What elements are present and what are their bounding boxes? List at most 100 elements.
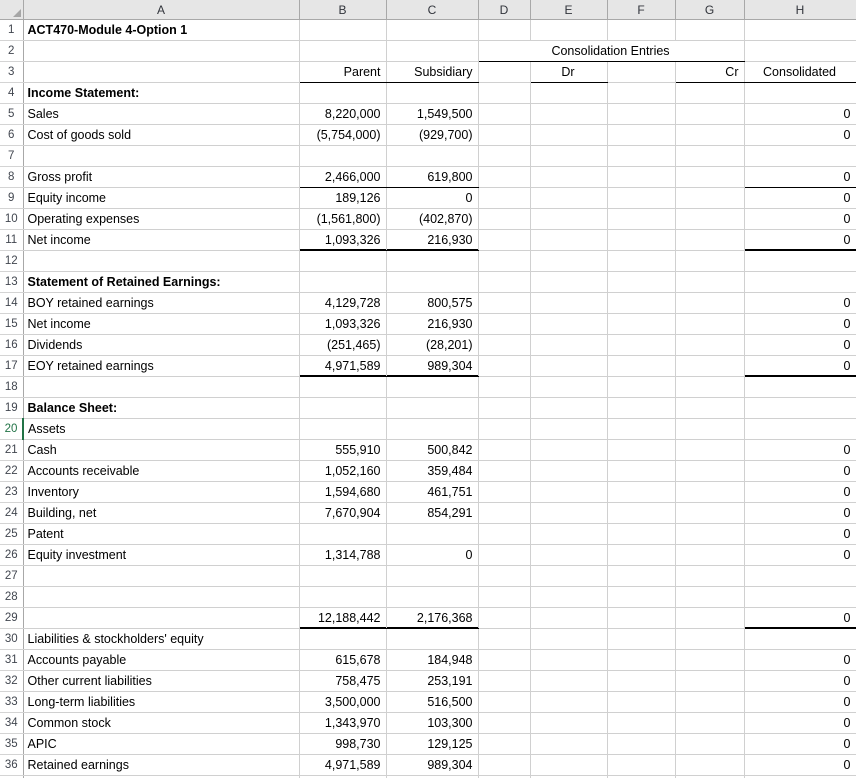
cell-g6[interactable] [675,124,745,146]
cell-h30[interactable] [744,628,856,650]
cell-d9[interactable] [478,187,531,209]
cell-g36[interactable] [675,754,745,776]
row-header-16[interactable]: 16 [0,334,24,356]
row-header-29[interactable]: 29 [0,607,24,629]
column-header-e[interactable]: E [530,0,608,20]
cell-a7[interactable] [23,145,300,167]
cell-b16[interactable]: (251,465) [299,334,387,356]
cell-h14[interactable]: 0 [744,292,856,314]
cell-c21[interactable]: 500,842 [386,439,479,461]
cell-d1[interactable] [478,19,531,41]
cell-g3[interactable]: Cr [675,61,745,83]
row-header-32[interactable]: 32 [0,670,24,692]
cell-a24[interactable]: Building, net [23,502,300,524]
cell-b7[interactable] [299,145,387,167]
cell-b11[interactable]: 1,093,326 [299,229,387,251]
cell-d5[interactable] [478,103,531,125]
cell-d25[interactable] [478,523,531,545]
cell-e32[interactable] [530,670,608,692]
cell-b6[interactable]: (5,754,000) [299,124,387,146]
cell-h27[interactable] [744,565,856,587]
cell-h9[interactable]: 0 [744,187,856,209]
cell-g28[interactable] [675,586,745,608]
cell-d28[interactable] [478,586,531,608]
cell-d14[interactable] [478,292,531,314]
cell-g18[interactable] [675,376,745,398]
cell-b24[interactable]: 7,670,904 [299,502,387,524]
cell-e21[interactable] [530,439,608,461]
cell-a4[interactable]: Income Statement: [23,82,300,104]
cell-b31[interactable]: 615,678 [299,649,387,671]
cell-b12[interactable] [299,250,387,272]
cell-e31[interactable] [530,649,608,671]
cell-h22[interactable]: 0 [744,460,856,482]
cell-g15[interactable] [675,313,745,335]
cell-b33[interactable]: 3,500,000 [299,691,387,713]
cell-h23[interactable]: 0 [744,481,856,503]
cell-b5[interactable]: 8,220,000 [299,103,387,125]
cell-e15[interactable] [530,313,608,335]
cell-g23[interactable] [675,481,745,503]
cell-b34[interactable]: 1,343,970 [299,712,387,734]
cell-e9[interactable] [530,187,608,209]
cell-d17[interactable] [478,355,531,377]
cell-f33[interactable] [607,691,676,713]
cell-h12[interactable] [744,250,856,272]
cell-h35[interactable]: 0 [744,733,856,755]
cell-d11[interactable] [478,229,531,251]
cell-d19[interactable] [478,397,531,419]
cell-c28[interactable] [386,586,479,608]
cell-b8[interactable]: 2,466,000 [299,166,387,188]
cell-e14[interactable] [530,292,608,314]
cell-f31[interactable] [607,649,676,671]
cell-b14[interactable]: 4,129,728 [299,292,387,314]
row-header-11[interactable]: 11 [0,229,24,251]
cell-h13[interactable] [744,271,856,293]
cell-h28[interactable] [744,586,856,608]
cell-e5[interactable] [530,103,608,125]
cell-b25[interactable] [299,523,387,545]
cell-e7[interactable] [530,145,608,167]
cell-d31[interactable] [478,649,531,671]
cell-e25[interactable] [530,523,608,545]
cell-a10[interactable]: Operating expenses [23,208,300,230]
row-header-19[interactable]: 19 [0,397,24,419]
cell-c20[interactable] [386,418,479,440]
cell-d10[interactable] [478,208,531,230]
cell-e18[interactable] [530,376,608,398]
cell-e26[interactable] [530,544,608,566]
cell-h4[interactable] [744,82,856,104]
cell-e33[interactable] [530,691,608,713]
cell-b20[interactable] [299,418,387,440]
cell-h36[interactable]: 0 [744,754,856,776]
row-header-21[interactable]: 21 [0,439,24,461]
column-header-a[interactable]: A [23,0,300,20]
row-header-9[interactable]: 9 [0,187,24,209]
cell-e20[interactable] [530,418,608,440]
cell-a17[interactable]: EOY retained earnings [23,355,300,377]
cell-f7[interactable] [607,145,676,167]
cell-a31[interactable]: Accounts payable [23,649,300,671]
cell-g5[interactable] [675,103,745,125]
cell-d18[interactable] [478,376,531,398]
row-header-1[interactable]: 1 [0,19,24,41]
cell-a19[interactable]: Balance Sheet: [23,397,300,419]
row-header-10[interactable]: 10 [0,208,24,230]
cell-e3[interactable]: Dr [530,61,608,83]
cell-d26[interactable] [478,544,531,566]
cell-a21[interactable]: Cash [23,439,300,461]
cell-a12[interactable] [23,250,300,272]
cell-f34[interactable] [607,712,676,734]
cell-f29[interactable] [607,607,676,629]
cell-g35[interactable] [675,733,745,755]
cell-g20[interactable] [675,418,745,440]
cell-c14[interactable]: 800,575 [386,292,479,314]
cell-c7[interactable] [386,145,479,167]
cell-f12[interactable] [607,250,676,272]
cell-f27[interactable] [607,565,676,587]
cell-f19[interactable] [607,397,676,419]
cell-a35[interactable]: APIC [23,733,300,755]
cell-e12[interactable] [530,250,608,272]
cell-c3[interactable]: Subsidiary [386,61,479,83]
cell-f14[interactable] [607,292,676,314]
